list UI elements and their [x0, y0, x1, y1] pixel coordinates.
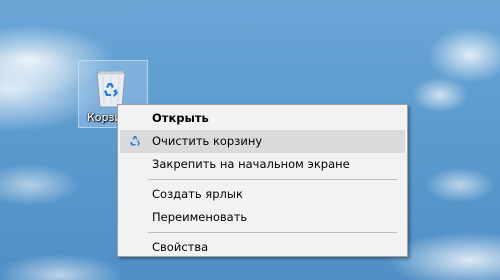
- menu-separator: [148, 232, 397, 233]
- menu-item-empty-recycle-bin[interactable]: Очистить корзину: [120, 130, 405, 153]
- menu-item-label: Свойства: [152, 240, 209, 254]
- menu-item-label: Создать ярлык: [152, 187, 243, 201]
- menu-item-rename[interactable]: Переименовать: [120, 206, 405, 229]
- desktop[interactable]: Корзина Открыть Очистить корзину Закрепи…: [0, 0, 500, 280]
- menu-item-properties[interactable]: Свойства: [120, 236, 405, 259]
- menu-item-label: Переименовать: [152, 210, 248, 224]
- menu-item-label: Очистить корзину: [152, 134, 263, 148]
- recycle-icon: [130, 136, 140, 146]
- menu-item-label: Открыть: [152, 111, 209, 125]
- menu-item-label: Закрепить на начальном экране: [152, 157, 350, 171]
- menu-separator: [148, 179, 397, 180]
- menu-item-create-shortcut[interactable]: Создать ярлык: [120, 183, 405, 206]
- menu-item-open[interactable]: Открыть: [120, 107, 405, 130]
- menu-item-pin-to-start[interactable]: Закрепить на начальном экране: [120, 153, 405, 176]
- recycle-bin-icon: [96, 71, 126, 108]
- context-menu: Открыть Очистить корзину Закрепить на на…: [117, 104, 408, 257]
